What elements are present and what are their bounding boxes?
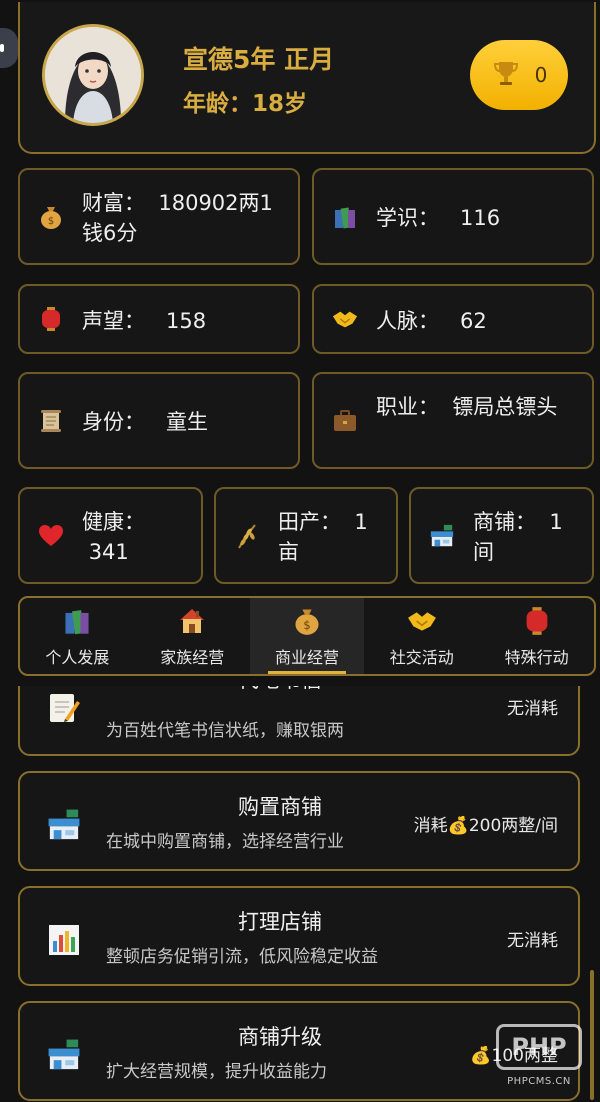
action-title: 代笔书信 xyxy=(140,686,420,694)
prestige-label: 声望： xyxy=(82,309,145,333)
tab-label: 特殊行动 xyxy=(504,648,569,667)
character-age: 年龄：18岁 xyxy=(183,84,307,118)
tab-personal-development[interactable]: 个人发展 xyxy=(20,598,135,674)
stat-wealth: $ 财富： 180902两1钱6分 xyxy=(18,168,300,265)
svg-text:$: $ xyxy=(48,216,54,227)
site-watermark: PHP PHPCMS.CN xyxy=(494,1024,584,1100)
memo-icon xyxy=(46,690,82,726)
watermark-text: PHPCMS.CN xyxy=(507,1076,571,1087)
list-scrollbar[interactable] xyxy=(590,970,594,1100)
action-title: 购置商铺 xyxy=(238,795,322,819)
action-description: 整顿店务促销引流，低风险稳定收益 xyxy=(106,947,378,967)
trophy-count: 0 xyxy=(534,63,548,87)
stat-occupation: 职业： 镖局总镖头 xyxy=(312,372,594,469)
handshake-icon xyxy=(332,306,358,332)
books-icon xyxy=(62,606,92,636)
tab-label: 社交活动 xyxy=(389,648,454,667)
action-manage-shop[interactable]: 打理店铺 整顿店务促销引流，低风险稳定收益 无消耗 xyxy=(18,886,580,986)
identity-label: 身份： xyxy=(82,410,145,434)
connections-label: 人脉： xyxy=(376,309,439,333)
age-value: 18岁 xyxy=(252,91,308,117)
house-icon xyxy=(177,606,207,636)
action-ghostwriting[interactable]: 代笔书信 为百姓代笔书信状纸，赚取银两 无消耗 xyxy=(18,686,580,756)
action-buy-shop[interactable]: 购置商铺 在城中购置商铺，选择经营行业 消耗💰200两整/间 xyxy=(18,771,580,871)
store-icon xyxy=(46,1037,82,1073)
side-menu-handle[interactable] xyxy=(0,28,18,68)
tab-label: 个人发展 xyxy=(45,648,110,667)
store-icon xyxy=(429,523,455,549)
action-title: 商铺升级 xyxy=(238,1025,322,1049)
scroll-icon xyxy=(38,408,64,434)
tab-social-activities[interactable]: 社交活动 xyxy=(364,598,479,674)
health-label: 健康： xyxy=(82,510,145,534)
svg-text:$: $ xyxy=(303,618,310,632)
action-description: 在城中购置商铺，选择经营行业 xyxy=(106,832,344,852)
bar-chart-icon xyxy=(46,922,82,958)
identity-value: 童生 xyxy=(166,410,208,434)
money-bag-icon: $ xyxy=(292,606,322,636)
stat-knowledge: 学识： 116 xyxy=(312,168,594,265)
trophy-icon xyxy=(491,58,521,93)
action-description: 为百姓代笔书信状纸，赚取银两 xyxy=(106,721,344,741)
trophy-button[interactable]: 0 xyxy=(470,40,568,110)
rice-icon xyxy=(234,523,260,549)
occupation-label: 职业： xyxy=(376,395,439,419)
character-header: 宣德5年 正月 年龄：18岁 0 xyxy=(18,2,596,154)
action-cost: 消耗💰200两整/间 xyxy=(413,816,558,836)
action-cost: 无消耗 xyxy=(507,931,558,951)
lantern-icon xyxy=(38,306,64,332)
action-cost: 无消耗 xyxy=(507,699,558,719)
handshake-icon xyxy=(407,606,437,636)
stat-connections: 人脉： 62 xyxy=(312,284,594,354)
stat-farmland: 田产： 1亩 xyxy=(214,487,398,584)
tab-special-actions[interactable]: 特殊行动 xyxy=(479,598,594,674)
briefcase-icon xyxy=(332,408,358,434)
farmland-label: 田产： xyxy=(278,510,341,534)
tab-family-management[interactable]: 家族经营 xyxy=(135,598,250,674)
tab-label: 商业经营 xyxy=(274,648,339,667)
age-label: 年龄： xyxy=(183,91,252,117)
stat-health: 健康： 341 xyxy=(18,487,203,584)
health-value: 341 xyxy=(88,540,129,564)
stat-identity: 身份： 童生 xyxy=(18,372,300,469)
connections-value: 62 xyxy=(460,309,487,333)
money-bag-icon: $ xyxy=(38,204,64,230)
occupation-value: 镖局总镖头 xyxy=(452,395,558,419)
action-title: 打理店铺 xyxy=(238,910,322,934)
category-tabs: 个人发展 家族经营 $ 商业经营 社交活动 特殊行动 xyxy=(18,596,596,676)
prestige-value: 158 xyxy=(166,309,207,333)
tab-label: 家族经营 xyxy=(160,648,225,667)
lantern-icon xyxy=(522,606,552,636)
game-date: 宣德5年 正月 xyxy=(183,45,335,74)
watermark-logo: PHP xyxy=(496,1024,582,1070)
knowledge-value: 116 xyxy=(460,206,501,230)
tab-business-management[interactable]: $ 商业经营 xyxy=(249,598,365,674)
action-description: 扩大经营规模，提升收益能力 xyxy=(106,1062,327,1082)
stat-prestige: 声望： 158 xyxy=(18,284,300,354)
character-avatar[interactable] xyxy=(42,24,144,126)
shops-label: 商铺： xyxy=(473,510,536,534)
store-icon xyxy=(46,807,82,843)
stat-shops: 商铺： 1间 xyxy=(409,487,594,584)
books-icon xyxy=(332,204,358,230)
knowledge-label: 学识： xyxy=(376,206,439,230)
wealth-label: 财富： xyxy=(82,191,145,215)
heart-icon xyxy=(38,523,64,549)
